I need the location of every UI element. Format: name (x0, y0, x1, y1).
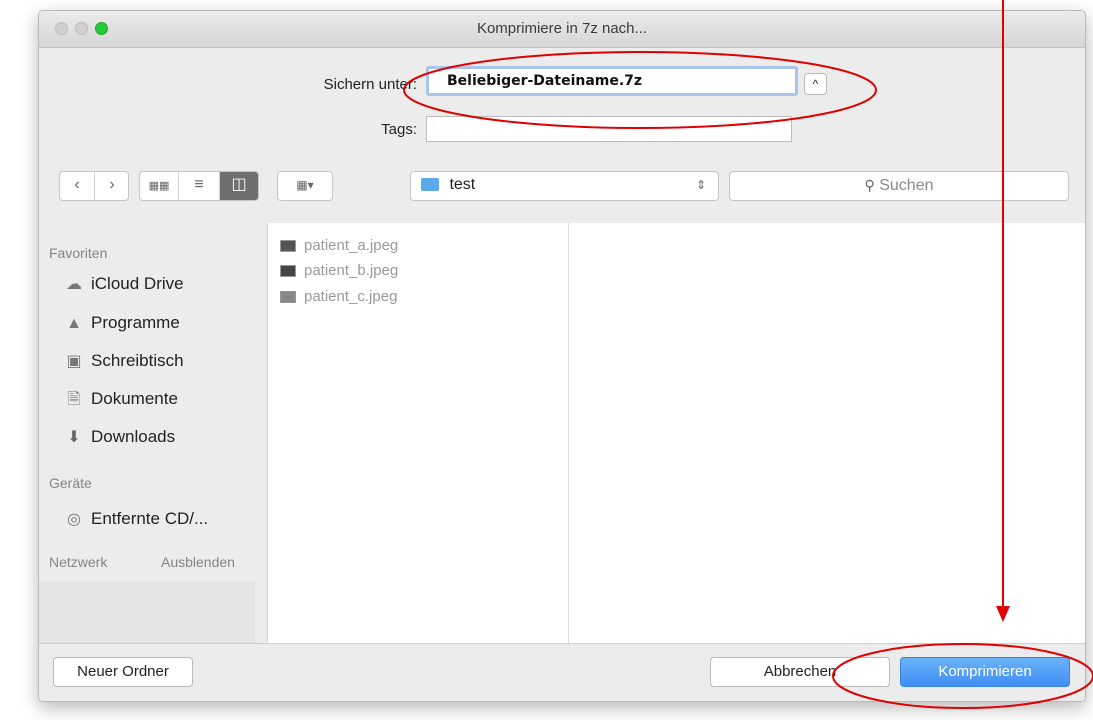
preview-column (569, 223, 1085, 643)
documents-icon: 🗎 (67, 391, 81, 408)
favorites-heading: Favoriten (49, 245, 108, 261)
filename-field[interactable]: Beliebiger-Dateiname.7z (426, 66, 798, 96)
back-forward-control: ‹ › (59, 171, 129, 201)
screenshot-stage: Komprimiere in 7z nach... Sichern unter:… (0, 0, 1093, 720)
list-icon: ≡ (194, 176, 204, 193)
back-button[interactable]: ‹ (60, 172, 95, 200)
list-view-button[interactable]: ≡ (179, 172, 220, 200)
sidebar-item-icloud-drive[interactable]: ☁ iCloud Drive (61, 271, 184, 297)
window-title: Komprimiere in 7z nach... (476, 20, 648, 37)
folder-icon (421, 178, 439, 192)
save-dialog: Komprimiere in 7z nach... Sichern unter:… (38, 10, 1086, 702)
dialog-footer: Neuer Ordner Abbrechen Komprimieren (39, 643, 1085, 701)
arrange-menu-button[interactable]: ▦▾ (277, 171, 333, 201)
updown-chevron-icon: ⇕ (695, 178, 706, 192)
arrange-grid-icon: ▦▾ (296, 178, 314, 192)
new-folder-button[interactable]: Neuer Ordner (53, 657, 193, 687)
sidebar-item-label: Entfernte CD/... (91, 509, 209, 528)
sidebar-item-label: Programme (91, 313, 180, 332)
sidebar-item-label: Dokumente (91, 389, 178, 408)
chevron-up-icon: ^ (812, 77, 819, 91)
sidebar-item-programme[interactable]: ▲ Programme (61, 310, 180, 336)
network-heading: Netzwerk (49, 554, 108, 570)
chevron-right-icon: › (109, 176, 115, 193)
sidebar-item-label: Schreibtisch (91, 351, 184, 370)
image-file-icon (280, 291, 296, 304)
sidebar-item-downloads[interactable]: ⬇ Downloads (61, 424, 175, 450)
file-item[interactable]: patient_c.jpeg (280, 286, 397, 308)
tags-label: Tags: (381, 121, 417, 138)
file-item[interactable]: patient_b.jpeg (280, 260, 398, 282)
location-popup[interactable]: test ⇕ (410, 171, 719, 201)
search-field[interactable]: ⚲ Suchen (729, 171, 1069, 201)
title-bar: Komprimiere in 7z nach... (39, 11, 1085, 48)
sidebar-item-label: Downloads (91, 427, 176, 446)
file-name: patient_c.jpeg (304, 288, 398, 305)
desktop-icon: ▣ (66, 353, 82, 370)
columns-icon: ◫ (231, 176, 247, 193)
file-item[interactable]: patient_a.jpeg (280, 235, 398, 257)
sidebar: Favoriten ☁ iCloud Drive ▲ Programme ▣ Schr… (39, 223, 268, 653)
compress-button[interactable]: Komprimieren (900, 657, 1070, 687)
search-placeholder: Suchen (879, 177, 934, 194)
image-file-icon (280, 265, 296, 278)
cloud-icon: ☁ (66, 276, 82, 293)
file-column: patient_a.jpeg patient_b.jpeg patient_c.… (268, 223, 569, 643)
hide-network-link[interactable]: Ausblenden (161, 554, 235, 570)
sidebar-item-label: iCloud Drive (91, 274, 184, 293)
applications-icon: ▲ (66, 315, 82, 332)
file-name: patient_b.jpeg (304, 262, 399, 279)
view-mode-control: ▦▦ ≡ ◫ (139, 171, 259, 201)
download-icon: ⬇ (67, 429, 81, 446)
forward-button[interactable]: › (95, 172, 129, 200)
location-label: test (449, 176, 476, 193)
devices-heading: Geräte (49, 475, 92, 491)
expand-dialog-button[interactable]: ^ (804, 73, 827, 95)
sidebar-item-dokumente[interactable]: 🗎 Dokumente (61, 386, 178, 412)
image-file-icon (280, 240, 296, 253)
sidebar-item-schreibtisch[interactable]: ▣ Schreibtisch (61, 348, 184, 374)
search-icon: ⚲ (864, 177, 875, 193)
tags-field[interactable] (426, 116, 792, 142)
column-view-button[interactable]: ◫ (220, 172, 258, 200)
save-as-label: Sichern unter: (323, 76, 417, 93)
grid-icon: ▦▦ (148, 180, 170, 192)
icon-view-button[interactable]: ▦▦ (140, 172, 179, 200)
disc-icon: ◎ (67, 511, 81, 528)
sidebar-item-remote-disc[interactable]: ◎ Entfernte CD/... (61, 506, 208, 532)
chevron-left-icon: ‹ (74, 176, 80, 193)
file-name: patient_a.jpeg (304, 237, 399, 254)
cancel-button[interactable]: Abbrechen (710, 657, 890, 687)
